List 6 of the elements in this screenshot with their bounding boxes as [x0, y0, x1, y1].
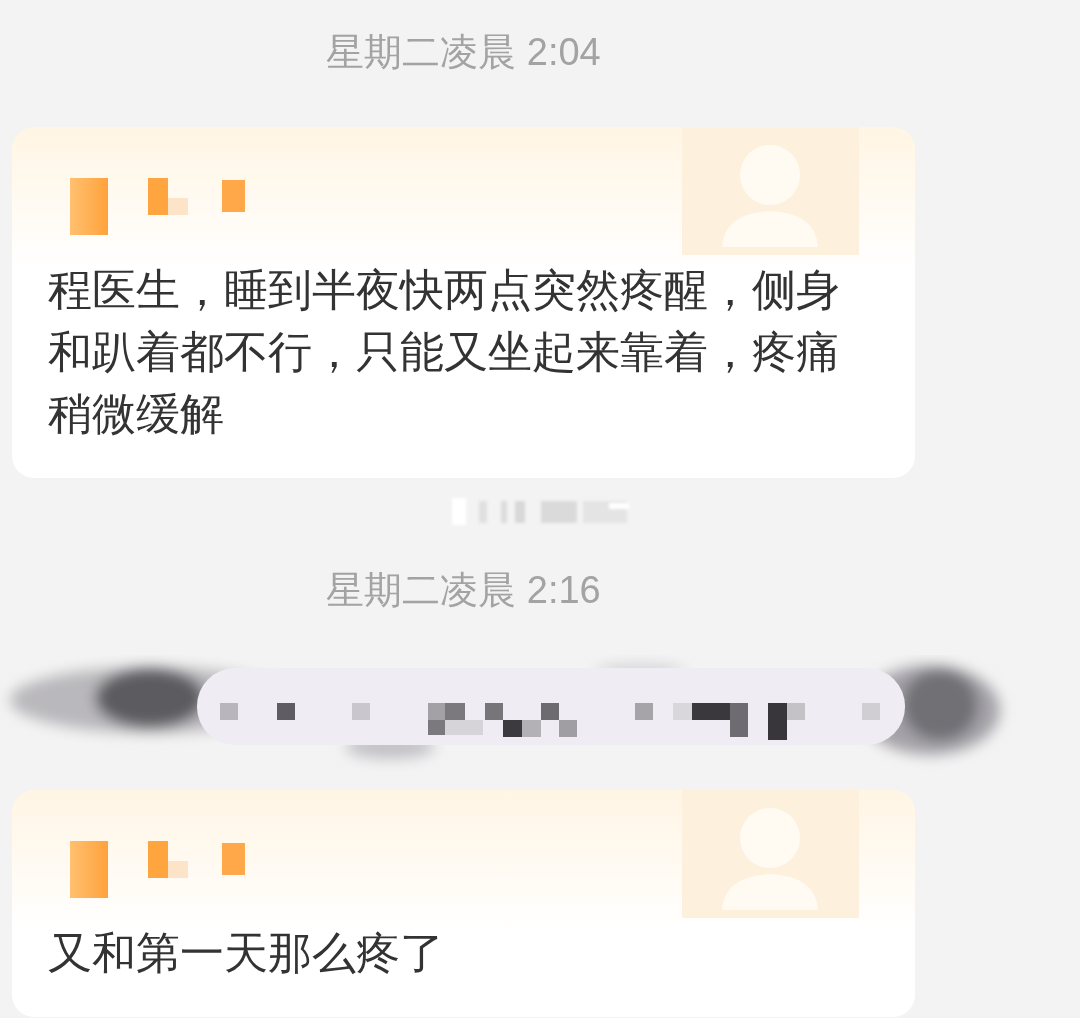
timestamp: 星期二凌晨 2:04: [326, 30, 601, 75]
message-text: 程医生，睡到半夜快两点突然疼醒，侧身和趴着都不行，只能又坐起来靠着，疼痛稍微缓解: [47, 263, 841, 441]
message-text: 又和第一天那么疼了: [47, 926, 445, 980]
person-silhouette-icon: [682, 127, 859, 255]
timestamp: 星期二凌晨 2:16: [326, 568, 601, 613]
person-silhouette-icon: [682, 790, 859, 918]
